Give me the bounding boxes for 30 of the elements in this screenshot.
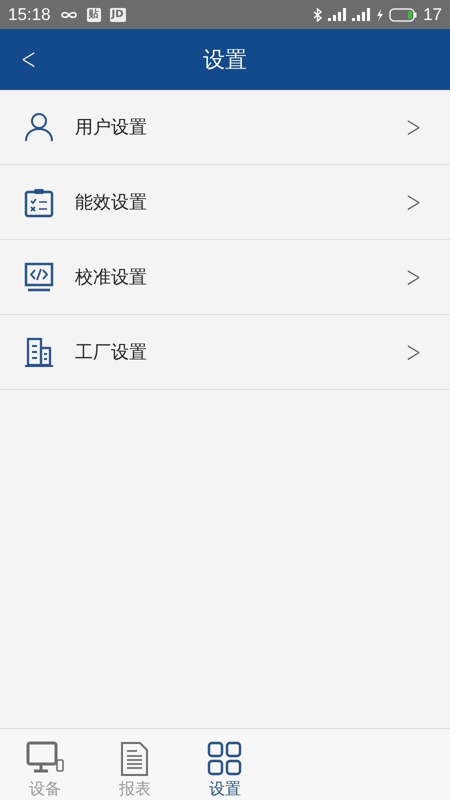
user-icon: [24, 112, 54, 142]
back-button[interactable]: <: [16, 42, 41, 77]
building-icon: [24, 336, 54, 368]
clock-time: 15:18: [8, 4, 51, 24]
signal-icon: [328, 8, 346, 21]
code-monitor-icon: [24, 262, 54, 292]
charging-icon: [376, 8, 384, 20]
settings-row[interactable]: 工厂设置 >: [0, 315, 450, 390]
row-label: 校准设置: [75, 266, 148, 289]
chevron-icon: >: [406, 184, 421, 220]
battery-icon: [389, 8, 418, 22]
battery-percent: 17: [423, 4, 442, 24]
row-label: 用户设置: [75, 116, 148, 139]
row-label: 能效设置: [75, 191, 148, 214]
signal-icon: [352, 8, 370, 21]
bluetooth-icon: [313, 8, 322, 22]
settings-row[interactable]: 用户设置 >: [0, 90, 450, 165]
app-badge: JD: [110, 8, 126, 22]
chevron-icon: >: [406, 334, 421, 370]
screen-title: 设置: [203, 46, 247, 74]
chevron-icon: >: [406, 110, 421, 144]
infinity-icon: [60, 10, 78, 20]
clipboard-icon: [24, 186, 54, 218]
grid-icon: [206, 741, 244, 777]
tab-button[interactable]: 设置: [180, 729, 270, 800]
settings-row[interactable]: 能效设置 >: [0, 165, 450, 240]
app-badge: 贴: [86, 8, 101, 22]
settings-row[interactable]: 校准设置 >: [0, 240, 450, 315]
chevron-icon: >: [406, 260, 421, 294]
row-label: 工厂设置: [75, 341, 148, 364]
